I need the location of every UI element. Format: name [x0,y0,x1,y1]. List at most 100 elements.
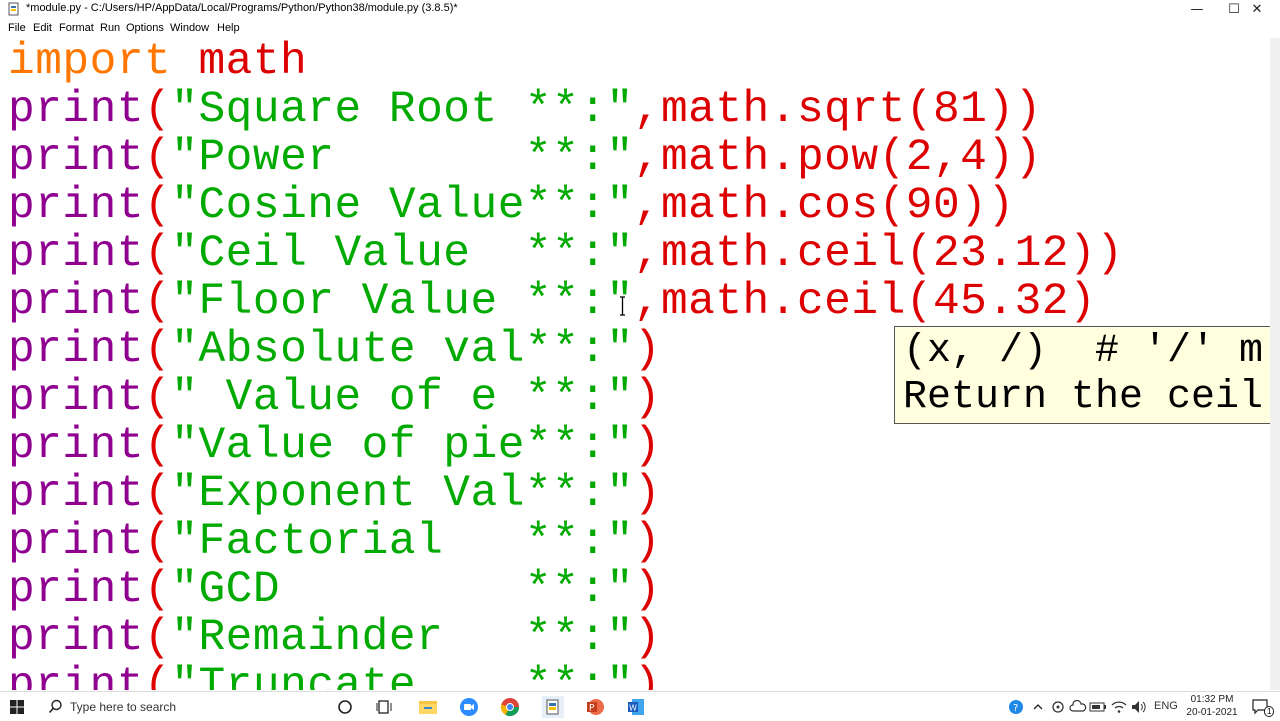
start-button[interactable] [0,692,34,721]
notification-icon[interactable]: 1 [1250,696,1275,718]
string-token: "Absolute val**:" [171,325,634,375]
string-token: "Factorial **:" [171,517,634,567]
code-token: ) [633,373,661,423]
menu-help[interactable]: Help [217,22,240,34]
clock-date: 20-01-2021 [1186,707,1238,718]
close-button[interactable]: ✕ [1234,0,1280,18]
code-line: print("Value of pie**:") [8,422,661,470]
code-line: print("Power **:",math.pow(2,4)) [8,134,1042,182]
volume-icon[interactable] [1128,696,1150,718]
code-token: ) [633,517,661,567]
menu-options[interactable]: Options [126,22,164,34]
code-token: ) [633,613,661,663]
string-token: " Value of e **:" [171,373,634,423]
code-line: print("Factorial **:") [8,518,661,566]
code-token: ) [633,325,661,375]
file-explorer-icon[interactable] [417,696,439,718]
chevron-up-icon[interactable] [1027,696,1049,718]
builtin-token: print [8,517,145,567]
taskbar-search-box[interactable]: Type here to search [36,692,326,721]
code-line: print("Floor Value **:",math.ceil(45.32) [8,278,1096,326]
menu-format[interactable]: Format [59,22,94,34]
string-token: "Cosine Value**:" [171,181,634,231]
paren-token: ( [144,85,172,135]
notification-badge: 1 [1264,706,1275,717]
code-line: print(" Value of e **:") [8,374,661,422]
builtin-token: print [8,613,145,663]
cloud-icon[interactable] [1067,696,1089,718]
word-icon[interactable]: W [625,696,647,718]
search-placeholder: Type here to search [70,700,177,714]
code-line: print("Ceil Value **:",math.ceil(23.12)) [8,230,1123,278]
cortana-icon[interactable] [334,696,356,718]
code-token: ) [633,565,661,615]
code-editor[interactable]: import math print("Square Root **:",math… [0,38,1270,690]
paren-token: ( [144,613,172,663]
builtin-token: print [8,277,145,327]
paren-token: ( [144,277,172,327]
calltip-signature: (x, /) # '/' m [903,329,1264,374]
code-token: ) [633,469,661,519]
string-token: "Truncate **:" [171,661,634,690]
paren-token: ( [144,181,172,231]
svg-text:?: ? [1013,703,1018,714]
builtin-token: print [8,85,145,135]
windows-logo-icon [10,699,24,714]
clock-time: 01:32 PM [1190,694,1234,705]
powerpoint-icon[interactable]: P [584,696,606,718]
paren-token: ( [144,517,172,567]
menu-file[interactable]: File [8,22,26,34]
paren-token: ( [144,133,172,183]
builtin-token: print [8,421,145,471]
code-token: ,math.ceil(23.12)) [633,229,1124,279]
paren-token: ( [144,229,172,279]
idle-taskbar-icon[interactable] [542,696,564,718]
code-line: import math [8,38,307,86]
builtin-token: print [8,373,145,423]
keyword-token: import [8,38,172,87]
code-token: ,math.ceil(45.32) [633,277,1097,327]
paren-token: ( [144,469,172,519]
menu-edit[interactable]: Edit [33,22,52,34]
string-token: "Square Root **:" [171,85,634,135]
chrome-icon[interactable] [499,696,521,718]
code-token: ) [633,661,661,690]
code-line: print("Exponent Val**:") [8,470,661,518]
code-token: ,math.cos(90)) [633,181,1015,231]
menu-run[interactable]: Run [100,22,120,34]
svg-text:W: W [629,704,637,713]
paren-token: ( [144,565,172,615]
menu-window[interactable]: Window [170,22,209,34]
taskbar: Type here to search P W ? ENG 01:32 PM 2… [0,691,1280,721]
string-token: "Exponent Val**:" [171,469,634,519]
code-line: print("Remainder **:") [8,614,661,662]
wifi-icon[interactable] [1108,696,1130,718]
network-drive-icon[interactable] [1047,696,1069,718]
builtin-token: print [8,133,145,183]
builtin-token: print [8,229,145,279]
text-cursor-icon [620,296,625,316]
code-token: ,math.sqrt(81)) [633,85,1042,135]
svg-text:P: P [589,704,595,714]
battery-icon[interactable] [1087,696,1109,718]
code-token: ,math.pow(2,4)) [633,133,1042,183]
language-indicator[interactable]: ENG [1154,700,1178,712]
builtin-token: print [8,661,145,690]
task-view-icon[interactable] [374,696,396,718]
string-token: "Value of pie**:" [171,421,634,471]
paren-token: ( [144,661,172,690]
zoom-icon[interactable] [458,696,480,718]
menu-bar: File Edit Format Run Options Window Help [0,20,1280,38]
taskbar-clock[interactable]: 01:32 PM 20-01-2021 [1180,693,1244,719]
paren-token: ( [144,421,172,471]
code-line: print("GCD **:") [8,566,661,614]
help-icon[interactable]: ? [1005,696,1027,718]
string-token: "Power **:" [171,133,634,183]
builtin-token: print [8,325,145,375]
paren-token: ( [144,373,172,423]
vertical-scrollbar[interactable] [1270,38,1280,690]
builtin-token: print [8,469,145,519]
builtin-token: print [8,181,145,231]
calltip-tooltip: (x, /) # '/' m Return the ceil [894,326,1270,424]
code-line: print("Absolute val**:") [8,326,661,374]
